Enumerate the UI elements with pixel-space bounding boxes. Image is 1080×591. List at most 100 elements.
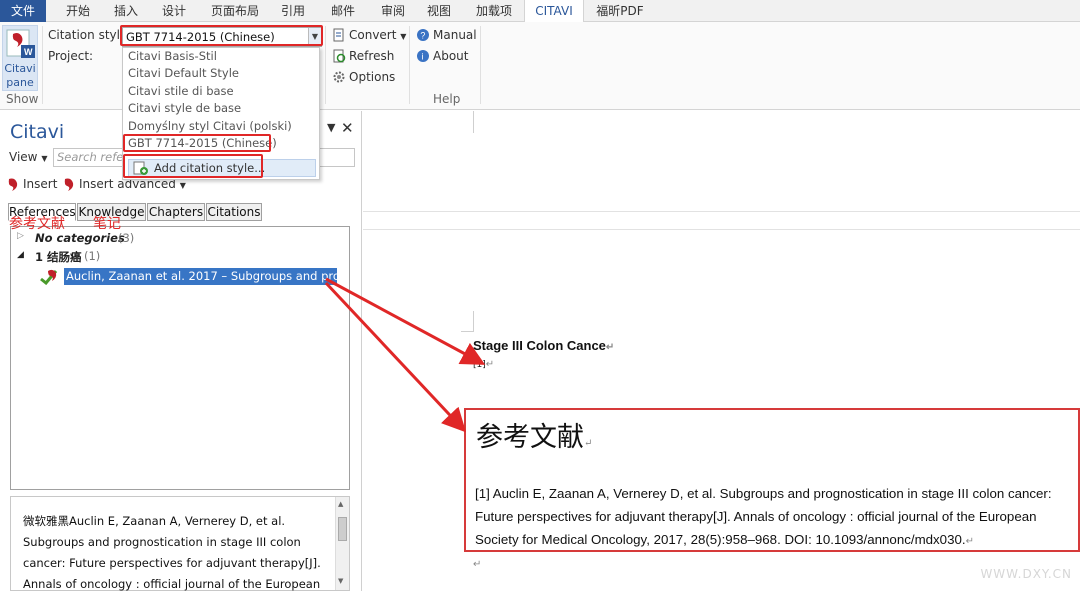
selected-reference[interactable]: Auclin, Zaanan et al. 2017 – Subgroups a… <box>64 268 337 285</box>
bibliography-title-text: 参考文献 <box>476 422 584 453</box>
tab-review[interactable]: 审阅 <box>372 0 414 22</box>
project-label: Project: <box>48 49 94 63</box>
chevron-down-icon: ▼ <box>400 32 407 41</box>
bibliography-entry[interactable]: [1] Auclin E, Zaanan A, Vernerey D, et a… <box>475 482 1077 553</box>
group-separator <box>325 26 326 104</box>
info-icon: i <box>417 50 429 62</box>
show-group-label: Show <box>6 92 39 106</box>
document-heading[interactable]: Stage III Colon Cance↵ <box>473 338 614 353</box>
view-menu[interactable]: View ▼ <box>9 150 47 164</box>
refresh-button[interactable]: Refresh <box>332 47 394 65</box>
group-separator <box>480 26 481 104</box>
pane-title: Citavi <box>10 121 65 143</box>
tab-home[interactable]: 开始 <box>58 0 98 22</box>
style-option[interactable]: Citavi style de base <box>123 100 319 117</box>
preview-scrollbar[interactable]: ▲ ▼ <box>335 497 349 590</box>
document-area: Stage III Colon Cance↵ [1]↵ 参考文献↵ [1] Au… <box>363 111 1080 591</box>
convert-label: Convert <box>349 28 397 42</box>
tab-file[interactable]: 文件 <box>0 0 46 22</box>
style-option[interactable]: Citavi stile di base <box>123 83 319 100</box>
annotation-knowledge: 笔记 <box>93 216 121 232</box>
ribbon-tab-bar: 文件 开始 插入 设计 页面布局 引用 邮件 审阅 视图 加载项 CITAVI … <box>0 0 1080 23</box>
category-node[interactable]: 1 结肠癌 <box>35 249 82 265</box>
convert-icon <box>333 28 344 42</box>
reference-preview: 微软雅黑Auclin E, Zaanan A, Vernerey D, et a… <box>10 496 350 591</box>
svg-text:i: i <box>422 52 424 62</box>
manual-label: Manual <box>433 28 477 42</box>
page-break-line <box>363 211 1080 212</box>
no-categories-count: (3) <box>118 231 135 245</box>
reference-tree: ▷ No categories (3) ◢ 1 结肠癌 (1) Auclin, … <box>10 226 350 490</box>
margin-marker <box>473 111 474 133</box>
tab-mailings[interactable]: 邮件 <box>322 0 364 22</box>
about-label: About <box>433 49 469 63</box>
add-style-icon <box>133 161 148 175</box>
paragraph-mark: ↵ <box>485 359 495 370</box>
scroll-up-icon[interactable]: ▲ <box>338 500 343 508</box>
style-option[interactable]: Citavi Basis-Stil <box>123 48 319 65</box>
scroll-thumb[interactable] <box>338 517 347 541</box>
style-option-selected[interactable]: GBT 7714-2015 (Chinese) <box>123 135 319 152</box>
tab-view[interactable]: 视图 <box>418 0 460 22</box>
tab-design[interactable]: 设计 <box>154 0 194 22</box>
scroll-down-icon[interactable]: ▼ <box>338 577 343 585</box>
no-categories-node[interactable]: No categories <box>35 231 125 245</box>
add-citation-style-label: Add citation style... <box>154 161 266 175</box>
paragraph-mark: ↵ <box>473 559 482 570</box>
tab-foxit-pdf[interactable]: 福昕PDF <box>590 0 650 22</box>
chevron-down-icon[interactable]: ▼ <box>308 28 321 46</box>
tab-chapters[interactable]: Chapters <box>147 203 205 221</box>
reference-icon <box>40 269 58 285</box>
about-button[interactable]: i About <box>416 47 468 65</box>
citation-marker[interactable]: [1]↵ <box>473 359 494 370</box>
manual-button[interactable]: ? Manual <box>416 26 477 44</box>
insert-label: Insert <box>23 177 58 191</box>
citavi-pane-label: Citavi pane <box>4 62 36 89</box>
options-button[interactable]: Options <box>332 68 395 86</box>
page-break-line <box>363 229 1080 230</box>
paragraph-mark: ↵ <box>965 536 974 547</box>
tab-citations[interactable]: Citations <box>206 203 262 221</box>
chevron-down-icon: ▼ <box>179 181 186 190</box>
add-citation-style-button[interactable]: Add citation style... <box>128 159 316 177</box>
annotation-references: 参考文献 <box>9 216 65 232</box>
help-icon: ? <box>417 29 429 41</box>
citavi-pane: Citavi ▼ ✕ View ▼ Search references Inse… <box>0 111 362 591</box>
svg-text:W: W <box>24 47 33 57</box>
heading-text: Stage III Colon Cance <box>473 338 606 353</box>
tab-references[interactable]: 引用 <box>272 0 314 22</box>
group-separator <box>42 26 43 104</box>
watermark: WWW.DXY.CN <box>980 567 1072 581</box>
citavi-logo-icon: W <box>6 29 35 58</box>
convert-button[interactable]: Convert ▼ <box>332 26 406 44</box>
paragraph-mark: ↵ <box>584 438 593 449</box>
help-group-label: Help <box>433 92 461 106</box>
refresh-label: Refresh <box>349 49 395 63</box>
tab-insert[interactable]: 插入 <box>106 0 146 22</box>
citation-style-value: GBT 7714-2015 (Chinese) <box>126 30 275 44</box>
tab-citavi[interactable]: CITAVI <box>524 0 584 23</box>
collapse-icon[interactable]: ◢ <box>17 250 24 260</box>
gear-icon <box>333 71 345 83</box>
bibliography-title[interactable]: 参考文献↵ <box>476 415 592 454</box>
style-option[interactable]: Citavi Default Style <box>123 65 319 82</box>
preview-text: 微软雅黑Auclin E, Zaanan A, Vernerey D, et a… <box>23 514 321 591</box>
category-count: (1) <box>84 249 101 263</box>
margin-marker <box>473 311 474 331</box>
citavi-pane-button[interactable]: W Citavi pane <box>2 25 38 91</box>
paragraph-mark: ↵ <box>605 342 615 353</box>
bibliography-highlight: 参考文献↵ [1] Auclin E, Zaanan A, Vernerey D… <box>464 408 1080 552</box>
citation-style-select[interactable]: GBT 7714-2015 (Chinese) ▼ <box>122 27 322 47</box>
tab-layout[interactable]: 页面布局 <box>205 0 265 22</box>
view-label: View <box>9 150 38 164</box>
insert-button[interactable]: Insert <box>6 177 57 191</box>
tab-addins[interactable]: 加载项 <box>468 0 520 22</box>
chevron-down-icon: ▼ <box>41 154 48 163</box>
refresh-icon <box>333 49 346 63</box>
style-option[interactable]: Domyślny styl Citavi (polski) <box>123 118 319 135</box>
insert-advanced-icon <box>64 178 74 191</box>
close-icon[interactable]: ✕ <box>341 119 354 137</box>
options-label: Options <box>349 70 396 84</box>
pane-menu-icon[interactable]: ▼ <box>327 121 335 134</box>
citation-style-label: Citation style: <box>48 28 132 42</box>
